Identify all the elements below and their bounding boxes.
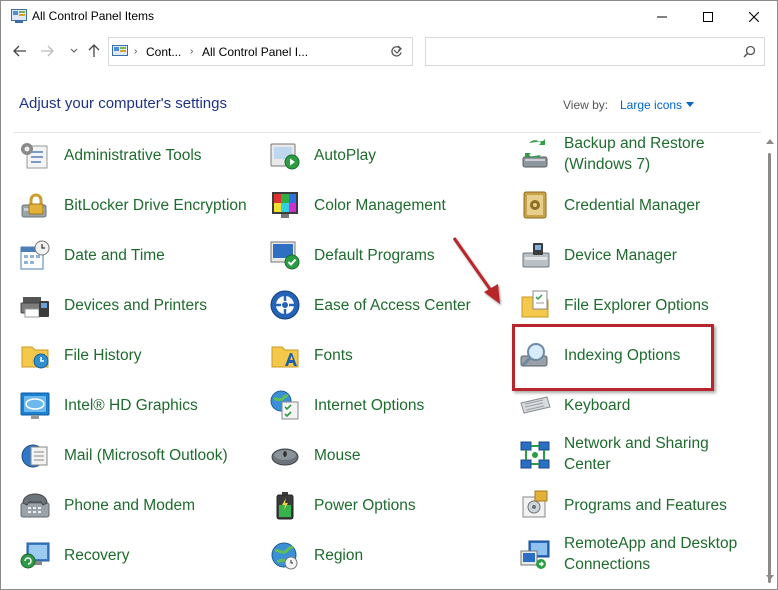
highlight-box — [512, 324, 714, 391]
red-arrow-icon — [452, 237, 500, 304]
maximize-icon — [703, 11, 713, 22]
item-label[interactable]: Color Management — [314, 195, 446, 216]
color-management-icon — [272, 192, 298, 218]
back-arrow-icon — [13, 45, 26, 57]
intel-graphics-icon — [20, 392, 50, 419]
programs-features-icon — [522, 490, 548, 518]
credential-manager-icon — [523, 191, 547, 219]
search-box[interactable] — [425, 37, 765, 66]
autoplay-icon — [270, 143, 300, 170]
back-button[interactable] — [11, 42, 29, 60]
page-title: Adjust your computer's settings — [19, 95, 227, 112]
address-bar[interactable]: › Cont... › All Control Panel I... — [108, 37, 413, 66]
vertical-scrollbar[interactable] — [762, 133, 777, 589]
item-label[interactable]: Region — [314, 545, 363, 566]
chevron-down-icon — [70, 48, 78, 53]
item-label[interactable]: Device Manager — [564, 245, 677, 266]
search-input[interactable] — [432, 39, 736, 66]
item-label[interactable]: File Explorer Options — [564, 295, 709, 316]
close-button[interactable] — [731, 1, 777, 32]
recent-locations-button[interactable] — [65, 42, 83, 60]
breadcrumb-separator-icon: › — [190, 46, 194, 57]
item-label[interactable]: Default Programs — [314, 245, 435, 266]
item-label[interactable]: Backup and Restore — [564, 133, 704, 154]
maximize-button[interactable] — [685, 1, 731, 32]
network-sharing-icon — [520, 441, 550, 469]
control-panel-icon — [112, 45, 128, 56]
breadcrumb-separator-icon: › — [134, 46, 138, 57]
item-label-line2[interactable]: (Windows 7) — [564, 154, 650, 175]
default-programs-icon — [270, 241, 300, 270]
item-label[interactable]: BitLocker Drive Encryption — [64, 195, 247, 216]
item-label[interactable]: Recovery — [64, 545, 129, 566]
item-label[interactable]: Devices and Printers — [64, 295, 207, 316]
title-bar: All Control Panel Items — [1, 1, 777, 32]
item-label[interactable]: Date and Time — [64, 245, 165, 266]
navigation-bar: › Cont... › All Control Panel I... — [1, 34, 777, 70]
refresh-icon — [390, 45, 402, 57]
remoteapp-icon — [520, 540, 550, 569]
device-manager-icon — [522, 243, 550, 268]
refresh-button[interactable] — [380, 37, 413, 66]
region-icon — [271, 542, 298, 570]
administrative-tools-icon — [21, 143, 48, 169]
up-button[interactable] — [85, 42, 103, 60]
control-panel-icon — [11, 9, 27, 23]
devices-printers-icon — [20, 297, 49, 318]
item-label[interactable]: Programs and Features — [564, 495, 727, 516]
forward-arrow-icon — [41, 45, 54, 57]
power-options-icon — [276, 492, 294, 520]
item-label[interactable]: Phone and Modem — [64, 495, 195, 516]
breadcrumb-all-items[interactable]: All Control Panel I... — [202, 45, 308, 59]
minimize-icon — [657, 16, 667, 17]
file-history-icon — [21, 346, 49, 369]
item-label[interactable]: AutoPlay — [314, 145, 376, 166]
item-label[interactable]: Keyboard — [564, 395, 630, 416]
up-arrow-icon — [88, 44, 100, 57]
scrollbar-thumb[interactable] — [768, 153, 771, 583]
item-label[interactable]: Fonts — [314, 345, 353, 366]
view-by-dropdown[interactable]: Large icons — [620, 98, 682, 112]
item-label[interactable]: Power Options — [314, 495, 416, 516]
item-label[interactable]: Mail (Microsoft Outlook) — [64, 445, 228, 466]
item-label[interactable]: Mouse — [314, 445, 361, 466]
ease-of-access-icon — [270, 290, 300, 320]
file-explorer-options-icon — [521, 290, 549, 318]
item-label[interactable]: Administrative Tools — [64, 145, 202, 166]
forward-button[interactable] — [38, 42, 56, 60]
item-label[interactable]: Network and Sharing — [564, 433, 709, 454]
breadcrumb-control-panel[interactable]: Cont... — [146, 45, 181, 59]
close-icon — [749, 11, 759, 22]
search-icon — [743, 45, 756, 58]
view-by-label: View by: — [563, 98, 609, 112]
bitlocker-icon — [21, 193, 47, 218]
scroll-down-icon[interactable] — [766, 575, 774, 580]
item-label[interactable]: Intel® HD Graphics — [64, 395, 198, 416]
scroll-up-icon[interactable] — [766, 139, 774, 144]
backup-restore-icon — [522, 139, 548, 168]
item-label-line2[interactable]: Center — [564, 454, 611, 475]
item-label-line2[interactable]: Connections — [564, 554, 650, 575]
window-title: All Control Panel Items — [32, 9, 155, 23]
recovery-icon — [20, 542, 50, 569]
keyboard-icon — [520, 396, 551, 414]
item-label[interactable]: Internet Options — [314, 395, 424, 416]
date-time-icon — [20, 240, 50, 270]
mouse-icon — [271, 448, 299, 466]
control-panel-window: All Control Panel Items › Cont... › All … — [0, 0, 778, 590]
internet-options-icon — [270, 390, 299, 420]
mail-icon — [21, 444, 48, 468]
fonts-icon — [271, 346, 299, 368]
item-label[interactable]: RemoteApp and Desktop — [564, 533, 737, 554]
minimize-button[interactable] — [639, 1, 685, 32]
item-label[interactable]: Credential Manager — [564, 195, 700, 216]
phone-modem-icon — [20, 493, 50, 518]
item-label[interactable]: File History — [64, 345, 142, 366]
caret-down-icon[interactable] — [686, 102, 694, 107]
